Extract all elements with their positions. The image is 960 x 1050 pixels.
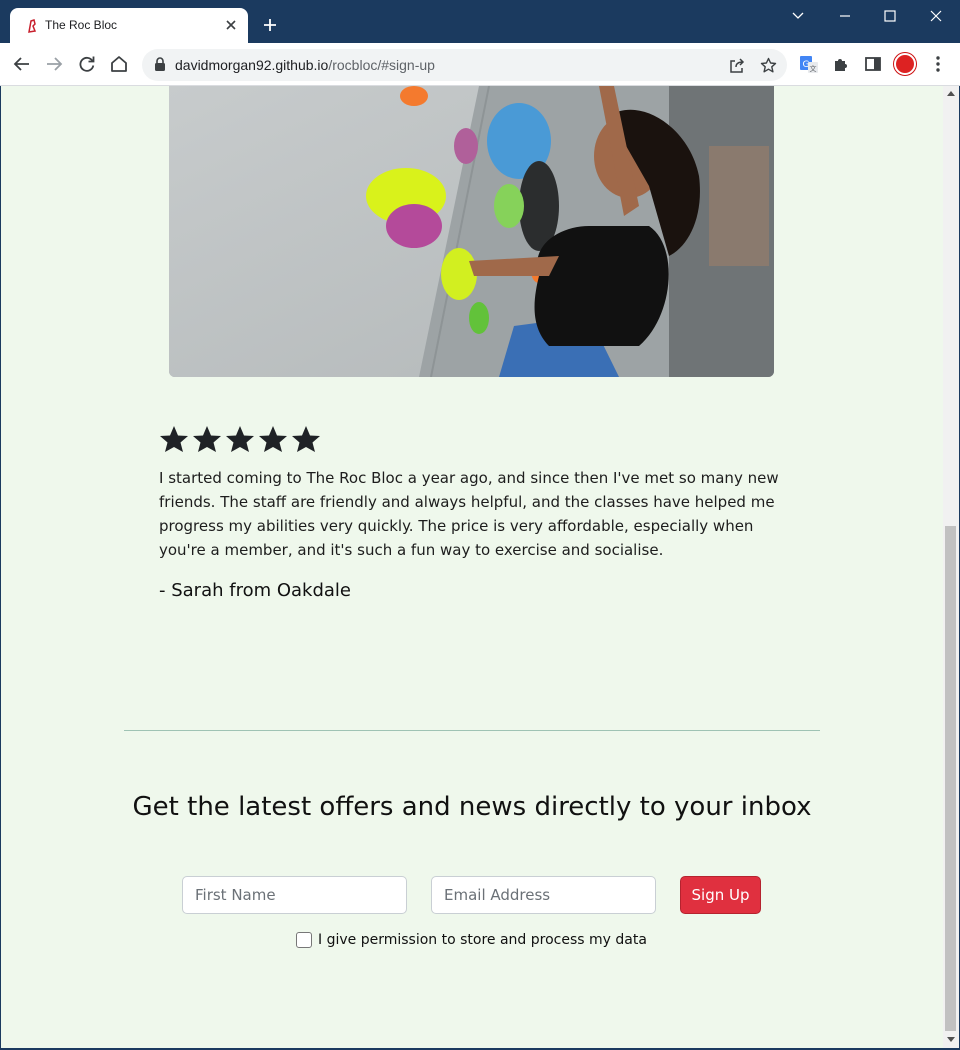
roc-bloc-favicon-icon (28, 19, 37, 33)
consent-checkbox[interactable] (296, 932, 312, 948)
kebab-menu-icon[interactable] (930, 55, 946, 73)
share-icon[interactable] (728, 57, 745, 74)
forward-icon[interactable] (44, 54, 64, 74)
reload-icon[interactable] (77, 54, 97, 74)
consent-row: I give permission to store and process m… (296, 932, 647, 948)
scroll-down-arrow-icon[interactable] (947, 1037, 955, 1042)
section-divider (124, 730, 820, 731)
star-icon (193, 426, 221, 452)
climbing-wall-image (169, 86, 774, 377)
svg-text:文: 文 (810, 64, 817, 73)
tab-title: The Roc Bloc (45, 18, 118, 32)
first-name-input[interactable] (182, 876, 407, 914)
signup-heading: Get the latest offers and news directly … (132, 792, 812, 822)
side-panel-icon[interactable] (863, 54, 883, 74)
star-icon (160, 426, 188, 452)
page-scrollbar[interactable] (943, 86, 959, 1048)
rating-stars (159, 425, 321, 453)
minimize-icon[interactable] (833, 6, 857, 26)
browser-titlebar: The Roc Bloc (0, 0, 960, 43)
url-path: /rocbloc/#sign-up (328, 57, 435, 73)
close-window-icon[interactable] (924, 6, 948, 26)
climber-photo (169, 86, 774, 377)
star-icon (259, 426, 287, 452)
tab-search-chevron-icon[interactable] (786, 6, 810, 26)
scroll-up-arrow-icon[interactable] (947, 91, 955, 96)
browser-toolbar: davidmorgan92.github.io/rocbloc/#sign-up… (0, 43, 960, 86)
translate-icon[interactable]: G 文 (799, 54, 819, 74)
testimonial-text: I started coming to The Roc Bloc a year … (159, 469, 779, 559)
testimonial-author: - Sarah from Oakdale (159, 580, 351, 601)
scrollbar-thumb[interactable] (945, 526, 956, 1031)
sign-up-button[interactable]: Sign Up (680, 876, 761, 914)
tab-close-icon[interactable] (222, 16, 240, 34)
consent-label[interactable]: I give permission to store and process m… (318, 932, 647, 948)
star-icon (292, 426, 320, 452)
url-text[interactable]: davidmorgan92.github.io/rocbloc/#sign-up (175, 57, 435, 73)
back-icon[interactable] (12, 54, 32, 74)
lock-icon[interactable] (154, 57, 166, 71)
browser-tab[interactable]: The Roc Bloc (10, 8, 248, 43)
star-icon (226, 426, 254, 452)
profile-avatar[interactable] (894, 53, 916, 75)
maximize-icon[interactable] (878, 6, 902, 26)
url-host: davidmorgan92.github.io (175, 57, 329, 73)
bookmark-star-icon[interactable] (760, 57, 777, 74)
home-icon[interactable] (109, 54, 129, 74)
page-viewport: I started coming to The Roc Bloc a year … (1, 86, 943, 1048)
new-tab-icon[interactable] (262, 17, 278, 33)
email-input[interactable] (431, 876, 656, 914)
extensions-icon[interactable] (831, 54, 851, 74)
address-bar[interactable]: davidmorgan92.github.io/rocbloc/#sign-up (142, 49, 787, 81)
